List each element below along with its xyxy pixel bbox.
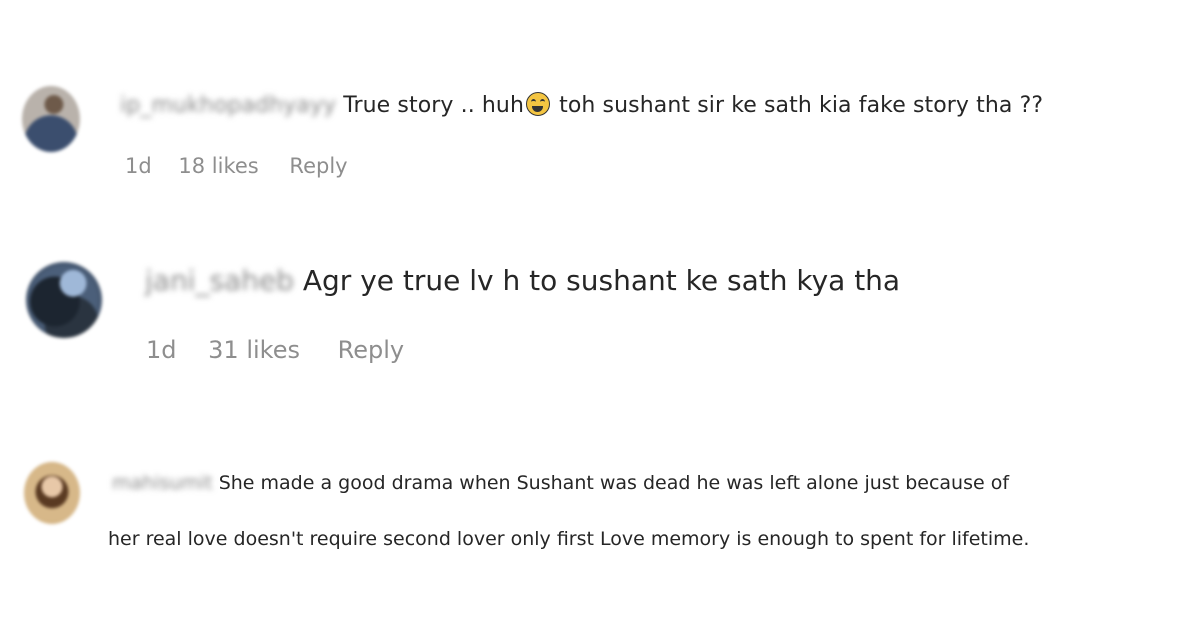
reply-button[interactable]: Reply — [338, 336, 404, 364]
comment-text-part2: toh sushant sir ke sath kia fake story t… — [552, 93, 1044, 118]
reply-button[interactable]: Reply — [289, 154, 347, 178]
comment-time: 1d — [125, 154, 152, 178]
comment-1: ip_mukhopadhyayy True story .. huh toh s… — [120, 92, 1043, 118]
comment-2: jani_saheb Agr ye true lv h to sushant k… — [145, 264, 900, 297]
avatar[interactable] — [22, 86, 80, 152]
comment-meta-1: 1d 18 likes Reply — [125, 154, 348, 178]
like-count[interactable]: 18 likes — [178, 154, 258, 178]
avatar[interactable] — [24, 462, 80, 524]
comment-time: 1d — [146, 336, 177, 364]
comments-screenshot: ip_mukhopadhyayy True story .. huh toh s… — [0, 0, 1200, 630]
comment-meta-2: 1d 31 likes Reply — [146, 336, 404, 364]
avatar[interactable] — [26, 262, 102, 338]
comment-text-part1: True story .. huh — [343, 93, 525, 118]
username[interactable]: ip_mukhopadhyayy — [120, 93, 336, 118]
comment-text-line2: her real love doesn't require second lov… — [108, 528, 1030, 550]
username[interactable]: mahisumit — [112, 472, 213, 494]
comment-text-line1: She made a good drama when Sushant was d… — [218, 472, 1010, 494]
comment-3: mahisumit She made a good drama when Sus… — [112, 472, 1009, 494]
like-count[interactable]: 31 likes — [208, 336, 300, 364]
laughing-emoji-icon — [526, 92, 551, 116]
comment-text: Agr ye true lv h to sushant ke sath kya … — [302, 264, 901, 297]
username[interactable]: jani_saheb — [145, 264, 294, 297]
